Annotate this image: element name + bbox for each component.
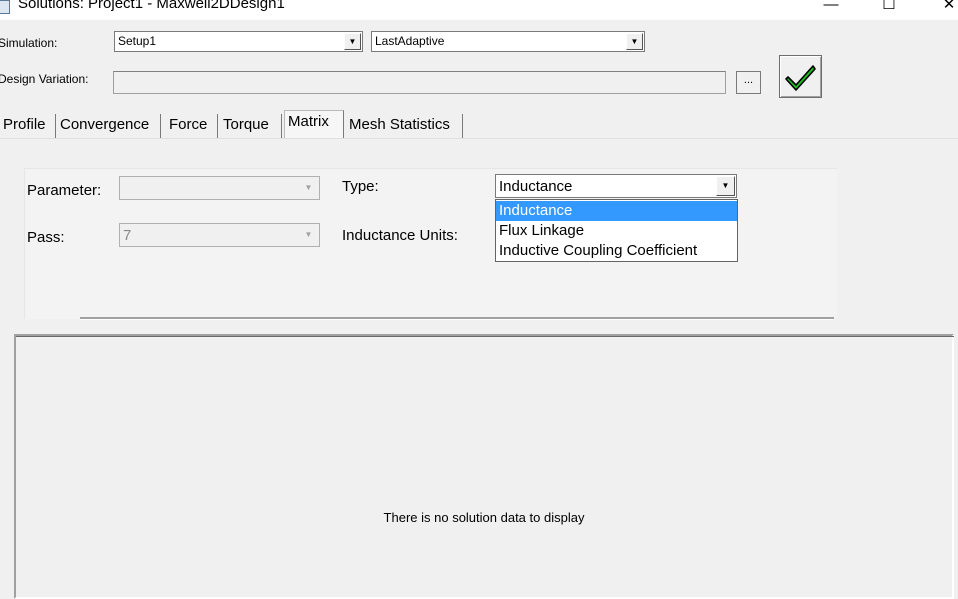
dropdown-arrow-icon[interactable]: ▼ <box>626 33 643 50</box>
tab-profile[interactable]: Profile <box>0 114 56 138</box>
type-option-inductive-coupling-coefficient[interactable]: Inductive Coupling Coefficient <box>496 241 737 261</box>
panel-divider <box>80 317 834 320</box>
apply-button[interactable] <box>779 55 822 98</box>
dropdown-arrow-icon: ▼ <box>304 183 313 192</box>
parameter-dropdown: ▼ <box>119 176 320 200</box>
simulation-label: Simulation: <box>0 36 58 50</box>
type-value: Inductance <box>499 178 573 195</box>
design-variation-browse-button[interactable]: ... <box>736 71 761 94</box>
simulation-setup-value: Setup1 <box>118 34 157 48</box>
parameter-label: Parameter: <box>27 182 102 199</box>
tab-convergence[interactable]: Convergence <box>57 114 161 138</box>
type-dropdown-list: Inductance Flux Linkage Inductive Coupli… <box>495 199 738 262</box>
simulation-pass-dropdown[interactable]: LastAdaptive ▼ <box>371 31 645 52</box>
dropdown-arrow-icon: ▼ <box>304 230 313 239</box>
maximize-button[interactable]: ☐ <box>866 0 912 16</box>
window-title: Solutions: Project1 - Maxwell2DDesign1 <box>18 0 285 12</box>
type-option-inductance[interactable]: Inductance <box>496 201 737 221</box>
type-option-flux-linkage[interactable]: Flux Linkage <box>496 221 737 241</box>
green-check-icon <box>785 65 816 91</box>
app-icon <box>0 0 10 14</box>
tab-mesh-statistics[interactable]: Mesh Statistics <box>346 114 463 138</box>
tab-torque[interactable]: Torque <box>220 114 282 138</box>
data-area-inner-border <box>16 336 954 337</box>
type-dropdown[interactable]: Inductance ▼ <box>495 174 737 198</box>
no-data-message: There is no solution data to display <box>383 510 585 525</box>
tab-force[interactable]: Force <box>166 114 218 138</box>
design-variation-label: Design Variation: <box>0 72 89 86</box>
inductance-units-label: Inductance Units: <box>342 227 458 244</box>
solution-data-area <box>14 334 954 599</box>
type-label: Type: <box>342 178 379 195</box>
dropdown-arrow-icon[interactable]: ▼ <box>716 176 735 196</box>
tab-divider <box>0 138 958 139</box>
pass-value: 7 <box>123 227 132 244</box>
simulation-pass-value: LastAdaptive <box>375 34 445 48</box>
tab-strip: Profile Convergence Force Torque Matrix … <box>0 110 958 139</box>
close-button[interactable]: ✕ <box>926 0 958 16</box>
tab-matrix[interactable]: Matrix <box>284 110 344 139</box>
pass-label: Pass: <box>27 229 65 246</box>
design-variation-field <box>113 71 726 94</box>
minimize-button[interactable]: — <box>808 0 854 16</box>
simulation-setup-dropdown[interactable]: Setup1 ▼ <box>114 31 363 52</box>
pass-dropdown: 7 ▼ <box>119 223 320 247</box>
dropdown-arrow-icon[interactable]: ▼ <box>344 33 361 50</box>
